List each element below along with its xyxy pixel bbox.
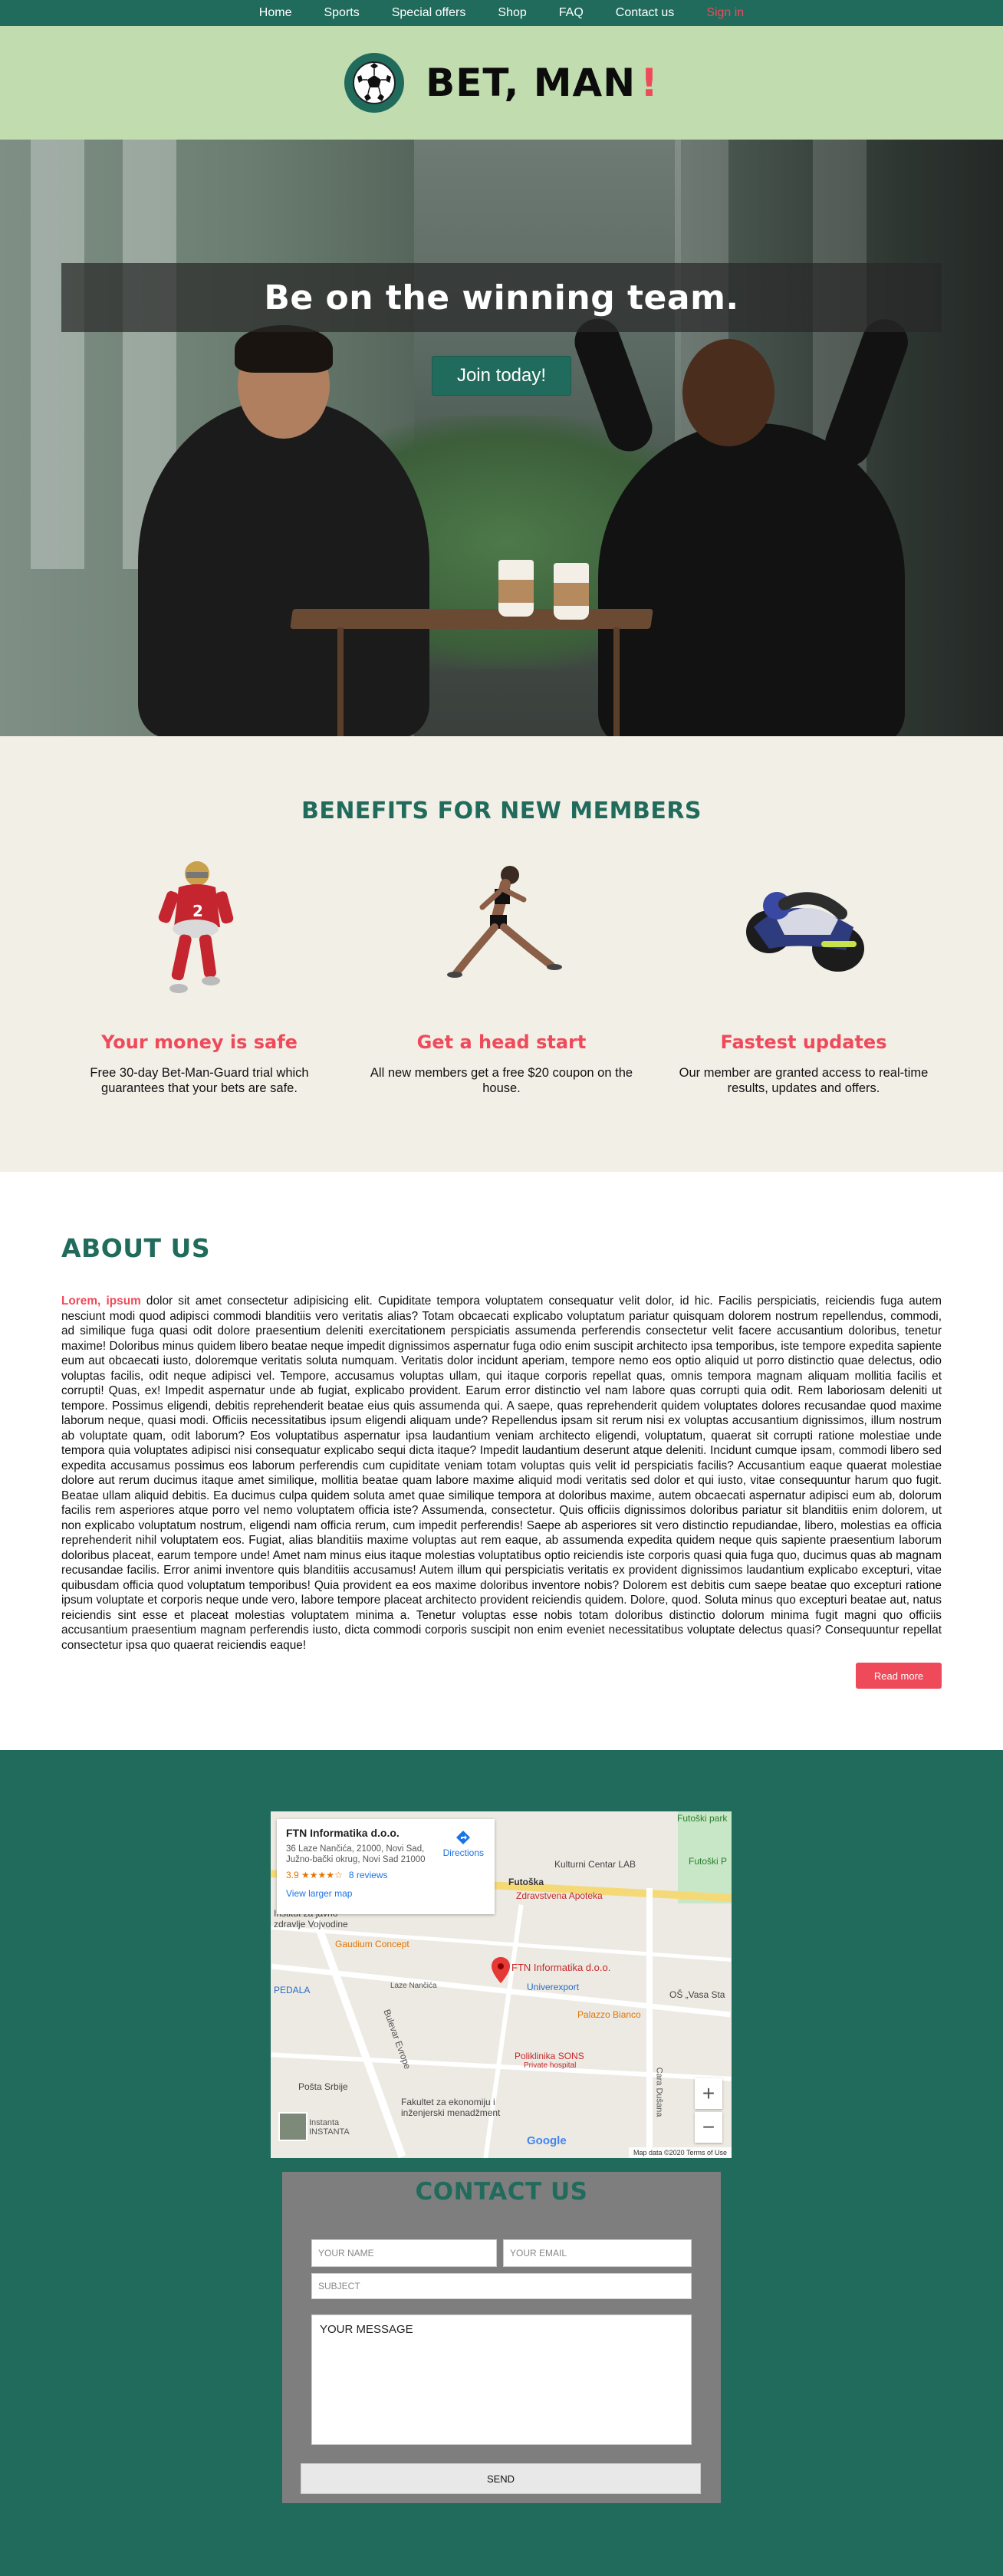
svg-text:2: 2 [192, 902, 203, 920]
send-button[interactable]: SEND [301, 2463, 701, 2494]
benefit-text: All new members get a free $20 coupon on… [370, 1066, 633, 1095]
hero-table [290, 609, 653, 629]
map-pin-icon[interactable] [492, 1957, 510, 1987]
map-footer[interactable]: Map data ©2020 Terms of Use [628, 2147, 732, 2158]
directions-label: Directions [442, 1847, 484, 1858]
poi-label: OŠ „Vasa Sta [669, 1989, 725, 2000]
view-larger-map-link[interactable]: View larger map [286, 1888, 485, 1899]
poi-label: Futoški park [677, 1813, 728, 1824]
poi-label: PEDALA [274, 1985, 311, 1995]
benefit-card: Get a head start All new members get a f… [360, 858, 643, 1096]
nav-home[interactable]: Home [259, 6, 292, 20]
poi-label: Private hospital [524, 2061, 577, 2070]
coffee-cup [498, 560, 534, 617]
brand-name[interactable]: BET, MAN! [426, 61, 659, 105]
about-text: dolor sit amet consectetur adipisicing e… [61, 1295, 942, 1652]
coffee-cup [554, 563, 589, 620]
read-more-button[interactable]: Read more [856, 1663, 942, 1689]
nav-sign-in[interactable]: Sign in [706, 6, 744, 20]
contact-form: CONTACT US YOUR NAME YOUR EMAIL SUBJECT … [282, 2172, 721, 2503]
poi-label: Kulturni Centar LAB [554, 1859, 636, 1870]
poi-label: Gaudium Concept [335, 1939, 409, 1949]
benefits-title: BENEFITS FOR NEW MEMBERS [301, 798, 702, 824]
contact-title: CONTACT US [415, 2178, 588, 2206]
hero: Be on the winning team. Join today! [0, 140, 1003, 736]
motorcycle-racer-image [662, 858, 945, 996]
sprinter-image [360, 858, 643, 996]
directions-icon [456, 1831, 471, 1844]
poi-label: Palazzo Bianco [577, 2009, 641, 2020]
hero-person-left [138, 325, 429, 736]
rating-value: 3.9 [286, 1870, 299, 1880]
benefit-title: Get a head start [416, 1031, 587, 1053]
about-section: ABOUT US Lorem, ipsum dolor sit amet con… [0, 1172, 1003, 1750]
benefit-card: Fastest updates Our member are granted a… [662, 858, 945, 1096]
poi-label: Zdravstvena Apoteka [516, 1890, 603, 1901]
reviews-link[interactable]: 8 reviews [349, 1870, 388, 1880]
nav-shop[interactable]: Shop [498, 6, 526, 20]
benefit-title: Fastest updates [720, 1031, 887, 1053]
directions-button[interactable]: Directions [443, 1830, 484, 1858]
satellite-toggle[interactable] [278, 2112, 307, 2141]
message-textarea[interactable]: YOUR MESSAGE [311, 2314, 692, 2445]
poi-label: Instanta INSTANTA [309, 2118, 350, 2137]
about-title: ABOUT US [61, 1233, 211, 1263]
poi-label: Fakultet za ekonomiju i inženjerski mena… [401, 2097, 501, 2118]
poi-label: Pošta Srbije [298, 2081, 348, 2092]
logo-band: BET, MAN! [0, 26, 1003, 140]
zoom-out-button[interactable]: − [695, 2112, 722, 2143]
contact-section: Futoški park Futoški P Kulturni Centar L… [0, 1750, 1003, 2576]
street-label: Laze Nančića [390, 1982, 437, 1990]
table-leg [613, 627, 620, 736]
about-lead: Lorem, ipsum [61, 1295, 141, 1308]
poi-label: Poliklinika SONS [515, 2051, 584, 2061]
benefits-section: BENEFITS FOR NEW MEMBERS 2 Your money is… [0, 736, 1003, 1172]
football-player-image: 2 [58, 858, 341, 996]
email-input[interactable]: YOUR EMAIL [503, 2239, 692, 2267]
poi-label: Futoški P [689, 1856, 728, 1867]
nav-faq[interactable]: FAQ [559, 6, 584, 20]
map-info-card: FTN Informatika d.o.o. 36 Laze Nančića, … [277, 1819, 495, 1914]
benefit-cards: 2 Your money is safe Free 30-day Bet-Man… [0, 858, 1003, 1096]
place-address: 36 Laze Nančića, 21000, Novi Sad, Južno-… [286, 1844, 426, 1864]
hero-banner: Be on the winning team. [61, 263, 942, 332]
subject-input[interactable]: SUBJECT [311, 2273, 692, 2299]
top-nav: Home Sports Special offers Shop FAQ Cont… [0, 0, 1003, 26]
street-label: Cara Dušana [654, 2067, 664, 2117]
brand-text: BET, MAN [426, 61, 636, 105]
nav-sports[interactable]: Sports [324, 6, 359, 20]
benefit-title: Your money is safe [101, 1031, 298, 1053]
place-rating: 3.9 ★★★★☆ 8 reviews [286, 1870, 485, 1880]
rating-stars: ★★★★☆ [301, 1870, 343, 1880]
benefit-text: Free 30-day Bet-Man-Guard trial which gu… [90, 1066, 309, 1095]
about-body: Lorem, ipsum dolor sit amet consectetur … [61, 1294, 942, 1653]
google-logo: Google [527, 2134, 567, 2147]
brand-exclamation: ! [640, 61, 659, 105]
map-pin-label: FTN Informatika d.o.o. [511, 1962, 611, 1973]
name-input[interactable]: YOUR NAME [311, 2239, 497, 2267]
join-today-button[interactable]: Join today! [432, 356, 571, 396]
window-pane [31, 140, 84, 569]
poi-label: Univerexport [527, 1982, 580, 1992]
nav-contact-us[interactable]: Contact us [616, 6, 674, 20]
benefit-text: Our member are granted access to real-ti… [679, 1066, 929, 1095]
benefit-card: 2 Your money is safe Free 30-day Bet-Man… [58, 858, 341, 1096]
zoom-in-button[interactable]: + [695, 2078, 722, 2109]
soccer-ball-icon[interactable] [344, 53, 405, 113]
table-leg [337, 627, 344, 736]
street-label: Futoška [508, 1877, 544, 1887]
map[interactable]: Futoški park Futoški P Kulturni Centar L… [271, 1811, 732, 2158]
hero-person-right [598, 339, 905, 736]
hero-headline: Be on the winning team. [264, 278, 739, 317]
nav-special-offers[interactable]: Special offers [392, 6, 466, 20]
map-road [646, 1888, 653, 2158]
